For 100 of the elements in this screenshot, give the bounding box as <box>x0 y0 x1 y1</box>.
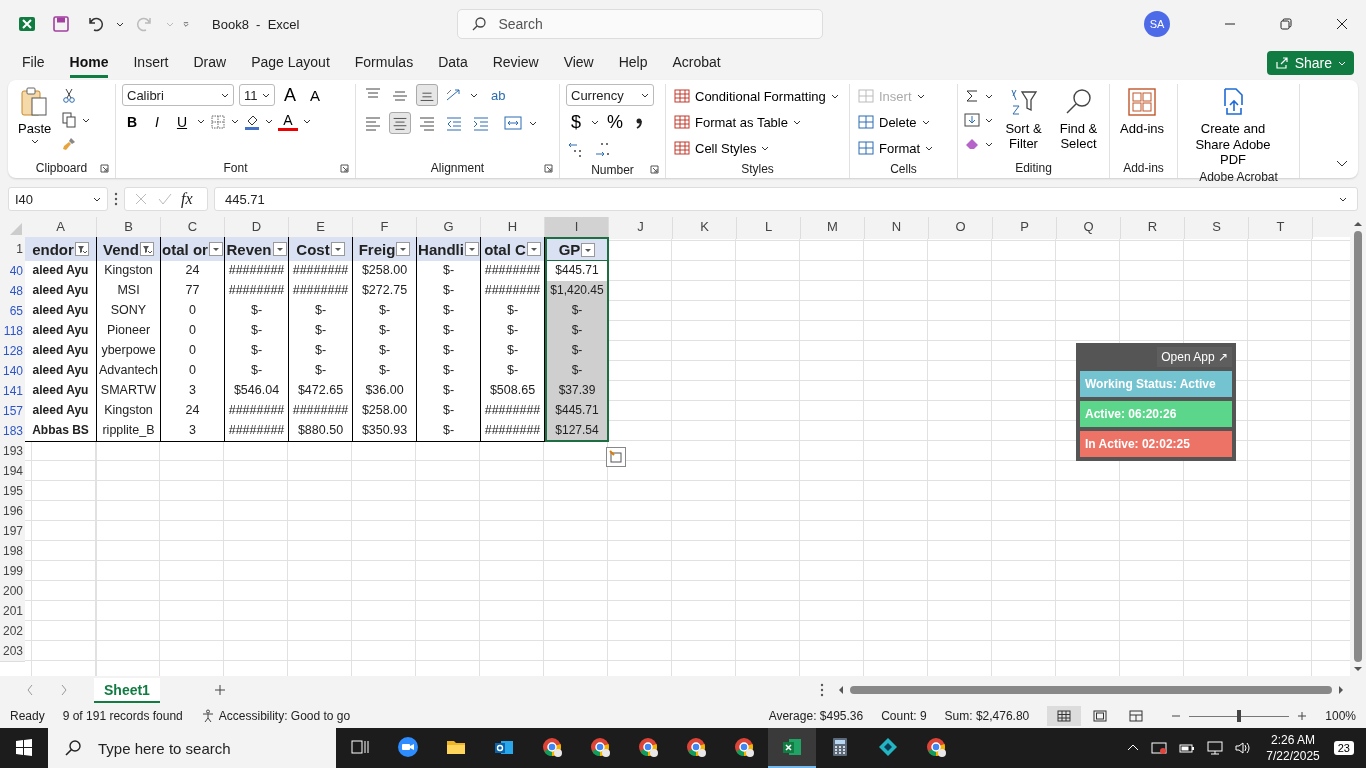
row-number[interactable]: 203 <box>0 641 25 662</box>
more-icon[interactable] <box>114 192 118 206</box>
clock-date[interactable]: 7/22/2025 <box>1266 748 1320 764</box>
add-ins-button[interactable]: Add-ins <box>1116 84 1169 138</box>
row-number[interactable]: 1 <box>0 237 25 262</box>
font-size-field[interactable]: 11 <box>239 84 275 106</box>
zoom-in-icon[interactable] <box>1297 711 1308 721</box>
column-header[interactable]: N <box>865 217 929 239</box>
row-number[interactable]: 140 <box>0 361 25 382</box>
fill-color-icon[interactable] <box>244 113 260 130</box>
tray-icon[interactable] <box>1150 739 1169 757</box>
caret-icon[interactable] <box>470 92 478 98</box>
column-header[interactable]: S <box>1185 217 1249 239</box>
ribbon-tab[interactable]: Page Layout <box>251 48 330 78</box>
wrap-text-button[interactable]: ab <box>488 87 509 103</box>
row-number[interactable]: 128 <box>0 341 25 362</box>
restore-icon[interactable] <box>1280 18 1292 30</box>
row-number[interactable]: 141 <box>0 381 25 402</box>
search-field[interactable]: Search <box>457 9 824 39</box>
caret-icon[interactable] <box>591 120 599 125</box>
column-header[interactable]: R <box>1121 217 1185 239</box>
bold-button[interactable]: B <box>122 113 142 130</box>
dropdown-icon[interactable] <box>208 242 223 256</box>
copy-icon[interactable] <box>61 112 78 128</box>
launcher-icon[interactable] <box>340 163 349 173</box>
row-number[interactable]: 195 <box>0 481 25 502</box>
ribbon-tab[interactable]: View <box>563 48 594 78</box>
launcher-icon[interactable] <box>544 163 553 173</box>
row-number[interactable]: 48 <box>0 281 25 302</box>
currency-button[interactable]: $ <box>566 112 586 133</box>
taskbar-search-field[interactable]: Type here to search <box>48 728 336 768</box>
eraser-icon[interactable] <box>964 136 980 152</box>
shrink-font-button[interactable]: A <box>305 86 325 104</box>
scroll-up-icon[interactable] <box>1353 221 1363 227</box>
column-header[interactable]: I <box>545 217 609 239</box>
font-name-field[interactable]: Calibri <box>122 84 234 106</box>
caret-icon[interactable] <box>303 119 311 124</box>
row-number[interactable]: 196 <box>0 501 25 522</box>
paintbrush-icon[interactable] <box>61 136 78 152</box>
row-number[interactable]: 157 <box>0 401 25 422</box>
name-box[interactable]: I40 <box>8 187 108 211</box>
ribbon-tab[interactable]: File <box>22 48 45 78</box>
accessibility-button[interactable]: Accessibility: Good to go <box>200 709 351 723</box>
caret-icon[interactable] <box>197 119 205 124</box>
row-number[interactable]: 183 <box>0 421 25 442</box>
sort-filter-button[interactable]: Sort & Filter <box>999 84 1048 153</box>
column-header[interactable]: K <box>673 217 737 239</box>
scissors-icon[interactable] <box>61 88 78 104</box>
row-number[interactable]: 118 <box>0 321 25 342</box>
ribbon-tab[interactable]: Review <box>492 48 539 78</box>
filter-applied-icon[interactable] <box>74 242 89 256</box>
scroll-right-icon[interactable] <box>1338 685 1344 695</box>
scroll-down-icon[interactable] <box>1353 666 1363 672</box>
ribbon-tab[interactable]: Insert <box>133 48 169 78</box>
column-header[interactable]: O <box>929 217 993 239</box>
column-header[interactable]: T <box>1249 217 1313 239</box>
formula-field[interactable]: 445.71 <box>214 187 1358 211</box>
caret-icon[interactable] <box>231 119 239 124</box>
clock-time[interactable]: 2:26 AM <box>1271 732 1316 748</box>
close-icon[interactable] <box>1336 18 1348 30</box>
check-icon[interactable] <box>157 191 173 207</box>
save-icon[interactable] <box>52 15 70 33</box>
grow-font-button[interactable]: A <box>280 84 300 106</box>
add-sheet-icon[interactable] <box>213 684 226 696</box>
font-color-button[interactable]: A <box>278 112 298 131</box>
styles-button[interactable]: Conditional Formatting <box>672 84 841 108</box>
ribbon-tab[interactable]: Data <box>438 48 468 78</box>
align-bottom-icon[interactable] <box>416 84 438 106</box>
column-header[interactable]: Q <box>1057 217 1121 239</box>
underline-button[interactable]: U <box>172 113 192 130</box>
ribbon-tab[interactable]: Help <box>618 48 648 78</box>
borders-icon[interactable] <box>210 113 226 130</box>
create-pdf-button[interactable]: Create and Share Adobe PDF <box>1184 84 1282 170</box>
launcher-icon[interactable] <box>650 165 659 174</box>
caret-icon[interactable] <box>985 93 993 99</box>
row-number[interactable]: 193 <box>0 441 25 462</box>
row-number[interactable]: 198 <box>0 541 25 562</box>
sheet-tab[interactable]: Sheet1 <box>94 677 160 703</box>
fill-down-icon[interactable] <box>964 112 980 128</box>
windows-icon[interactable] <box>14 738 34 758</box>
percent-button[interactable]: % <box>604 112 626 133</box>
dropdown-icon[interactable] <box>464 242 479 256</box>
column-header[interactable]: M <box>801 217 865 239</box>
scroll-left-icon[interactable] <box>838 685 844 695</box>
row-number[interactable]: 202 <box>0 621 25 642</box>
styles-button[interactable]: Cell Styles <box>672 136 772 160</box>
italic-button[interactable]: I <box>147 113 167 130</box>
share-button[interactable]: Share <box>1266 51 1354 75</box>
horizontal-scrollbar[interactable] <box>838 685 1344 695</box>
dropdown-icon[interactable] <box>396 242 411 256</box>
dropdown-icon[interactable] <box>330 242 345 256</box>
view-button[interactable] <box>1047 706 1082 726</box>
row-number[interactable]: 200 <box>0 581 25 602</box>
row-number[interactable]: 65 <box>0 301 25 322</box>
collapse-ribbon-icon[interactable] <box>1336 160 1348 168</box>
column-header[interactable]: L <box>737 217 801 239</box>
row-number[interactable]: 197 <box>0 521 25 542</box>
row-number[interactable]: 199 <box>0 561 25 582</box>
ribbon-tab[interactable]: Draw <box>193 48 227 78</box>
align-center-icon[interactable] <box>389 112 411 134</box>
